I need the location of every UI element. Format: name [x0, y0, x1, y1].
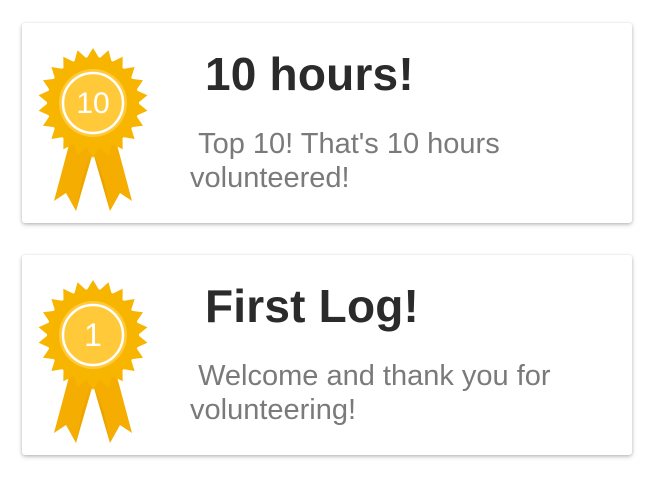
achievement-description: Welcome and thank you for volunteering!	[190, 360, 559, 426]
rosette-medal-icon: 10	[32, 41, 154, 213]
rosette-medal-icon: 1	[32, 273, 154, 445]
achievement-card[interactable]: 10 10 hours! Top 10! That's 10 hours vol…	[22, 23, 632, 223]
achievement-card[interactable]: 1 First Log! Welcome and thank you for v…	[22, 255, 632, 455]
achievement-description: Top 10! That's 10 hours volunteered!	[190, 128, 508, 194]
achievement-title: 10 hours!	[205, 48, 414, 100]
medal-number: 1	[84, 317, 102, 353]
achievements-list: 10 10 hours! Top 10! That's 10 hours vol…	[0, 0, 655, 495]
achievement-title: First Log!	[205, 280, 420, 332]
medal-number: 10	[76, 87, 109, 120]
